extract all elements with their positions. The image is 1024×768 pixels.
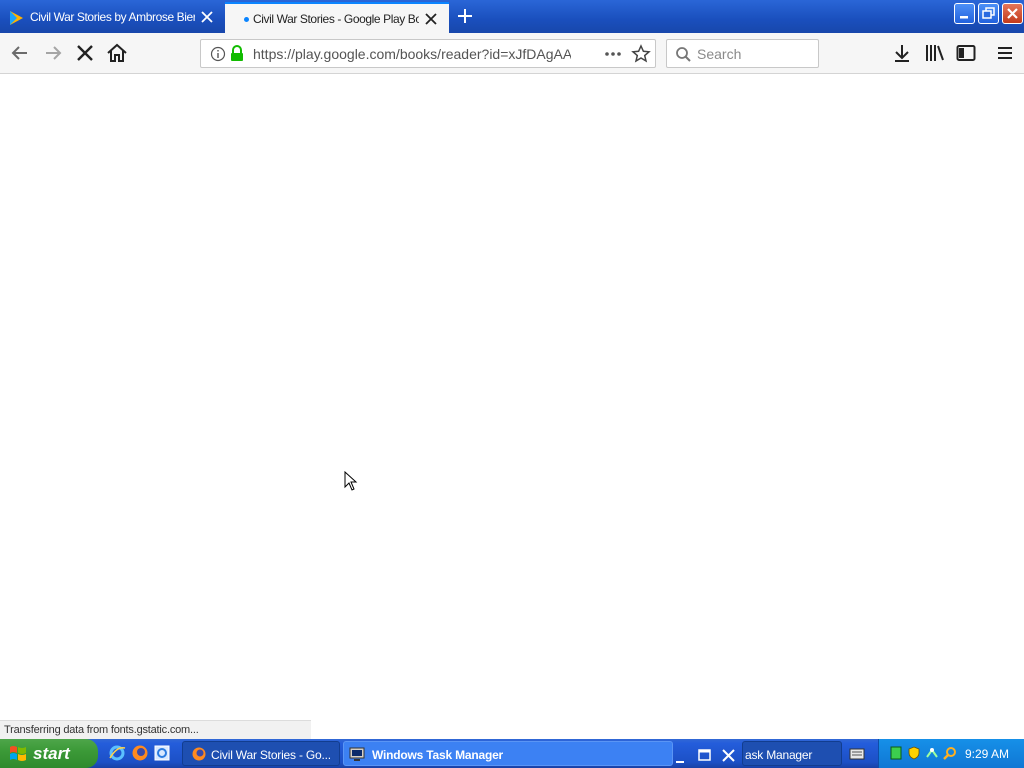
library-icon[interactable] [923,41,947,65]
tab-play-books[interactable]: Civil War Stories - Google Play Books [225,2,449,33]
tab-strip: Civil War Stories by Ambrose Bierce Civi… [0,0,1024,33]
info-icon[interactable] [210,46,226,62]
search-icon [676,47,691,62]
ie-shortcut-icon[interactable] [153,744,171,762]
more-actions-icon[interactable] [603,46,623,62]
keyboard-icon[interactable] [849,747,865,761]
new-tab-icon[interactable] [455,6,475,26]
url-bar[interactable]: https://play.google.com/books/reader?id=… [200,39,656,68]
sidebar-icon[interactable] [954,41,978,65]
forward-icon[interactable] [41,41,65,65]
tab-title: Civil War Stories - Google Play Books [253,12,419,26]
system-tray: 9:29 AM [878,739,1024,768]
taskbar-item-task-manager-2[interactable]: ask Manager [742,741,842,766]
close-tab-icon[interactable] [423,11,439,27]
windows-logo-icon [10,746,26,761]
mouse-cursor-icon [344,471,358,491]
minimize-icon[interactable] [671,748,691,768]
tab-title: Civil War Stories by Ambrose Bierce [30,10,195,24]
taskbar-item-task-manager[interactable]: Windows Task Manager [343,741,673,766]
status-panel: Transferring data from fonts.gstatic.com… [0,720,311,739]
restore-button[interactable] [978,3,999,24]
downloads-icon[interactable] [890,41,914,65]
back-icon[interactable] [8,41,32,65]
search-tray-icon[interactable] [943,746,957,760]
start-label: start [33,744,70,763]
search-box[interactable]: Search [666,39,819,68]
page-content [0,74,1024,720]
search-placeholder: Search [697,46,742,62]
home-icon[interactable] [105,41,129,65]
connection-icon[interactable] [925,746,939,760]
nav-toolbar: https://play.google.com/books/reader?id=… [0,33,1024,74]
taskbar-item-label: Civil War Stories - Go... [211,748,331,762]
close-tab-icon[interactable] [199,9,215,25]
google-play-icon [10,11,23,25]
internet-explorer-icon[interactable] [108,744,126,762]
taskbar: start Civil War Stories - Go... Windows … [0,739,1024,768]
clock: 9:29 AM [964,747,1009,761]
close-window-button[interactable] [1002,3,1023,24]
lock-icon[interactable] [230,45,244,62]
tab-bierce[interactable]: Civil War Stories by Ambrose Bierce [0,2,225,33]
firefox-icon [192,747,206,761]
close-icon[interactable] [719,746,739,766]
start-button[interactable]: start [0,739,98,768]
maximize-icon[interactable] [695,746,715,766]
task-manager-icon [349,747,365,761]
bookmark-star-icon[interactable] [631,44,651,64]
url-text[interactable]: https://play.google.com/books/reader?id=… [253,46,571,62]
taskbar-item-label: ask Manager [745,748,813,762]
security-shield-icon[interactable] [907,746,921,760]
stop-icon[interactable] [73,41,97,65]
network-icon[interactable] [889,746,903,760]
taskbar-item-firefox[interactable]: Civil War Stories - Go... [182,741,340,766]
firefox-icon[interactable] [131,744,149,762]
menu-icon[interactable] [993,41,1017,65]
loading-icon [244,17,249,22]
minimize-button[interactable] [954,3,975,24]
taskbar-item-label: Windows Task Manager [372,748,504,762]
